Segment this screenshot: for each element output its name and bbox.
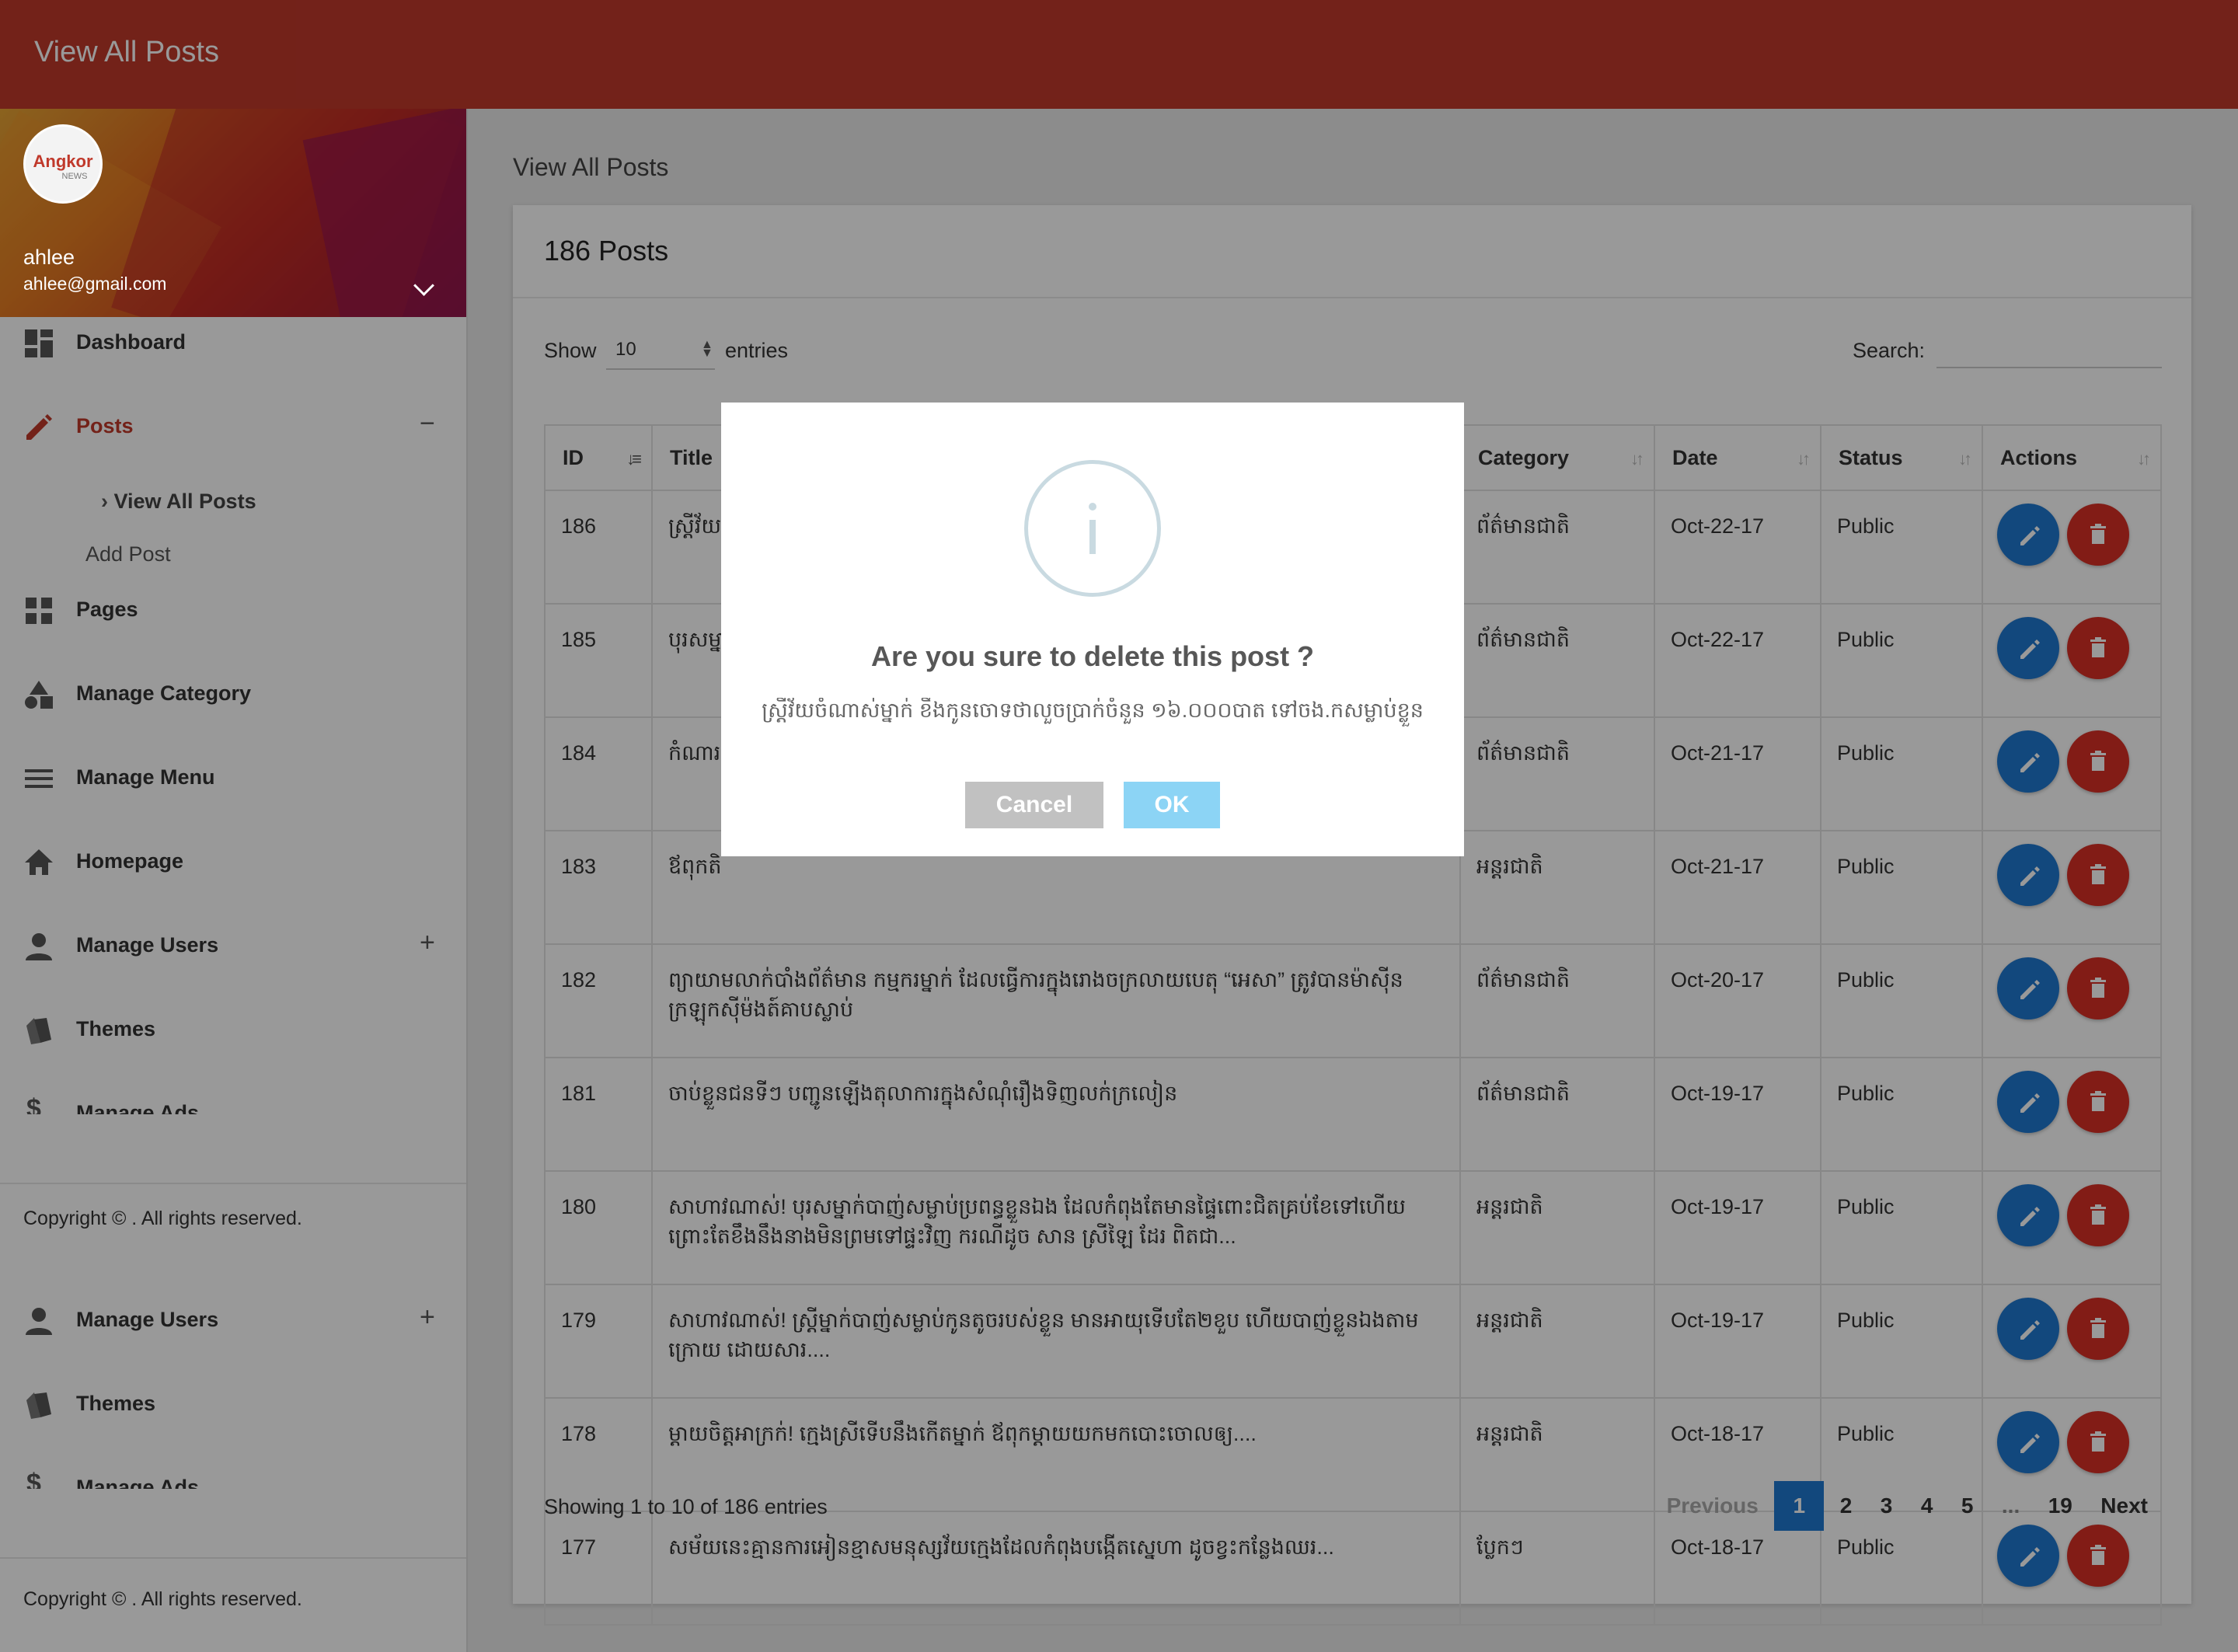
info-icon-dot — [1089, 503, 1096, 511]
info-icon-bar — [1089, 520, 1096, 554]
confirm-delete-dialog: Are you sure to delete this post ? ស្ត្រ… — [721, 403, 1464, 856]
user-name: ahlee — [23, 246, 75, 269]
dialog-message: ស្ត្រីវ័យចំណាស់ម្នាក់ ខឹងកូនចោទថាលួចប្រា… — [762, 699, 1424, 722]
logo-subtext: NEWS — [61, 172, 88, 181]
logo-text: Angkor — [33, 152, 93, 171]
user-email: ahlee@gmail.com — [23, 274, 167, 294]
ok-button[interactable]: OK — [1124, 782, 1220, 828]
dialog-title: Are you sure to delete this post ? — [870, 640, 1315, 672]
avatar: Angkor NEWS — [23, 124, 103, 204]
cancel-button[interactable]: Cancel — [965, 782, 1103, 828]
info-icon — [1024, 460, 1161, 597]
